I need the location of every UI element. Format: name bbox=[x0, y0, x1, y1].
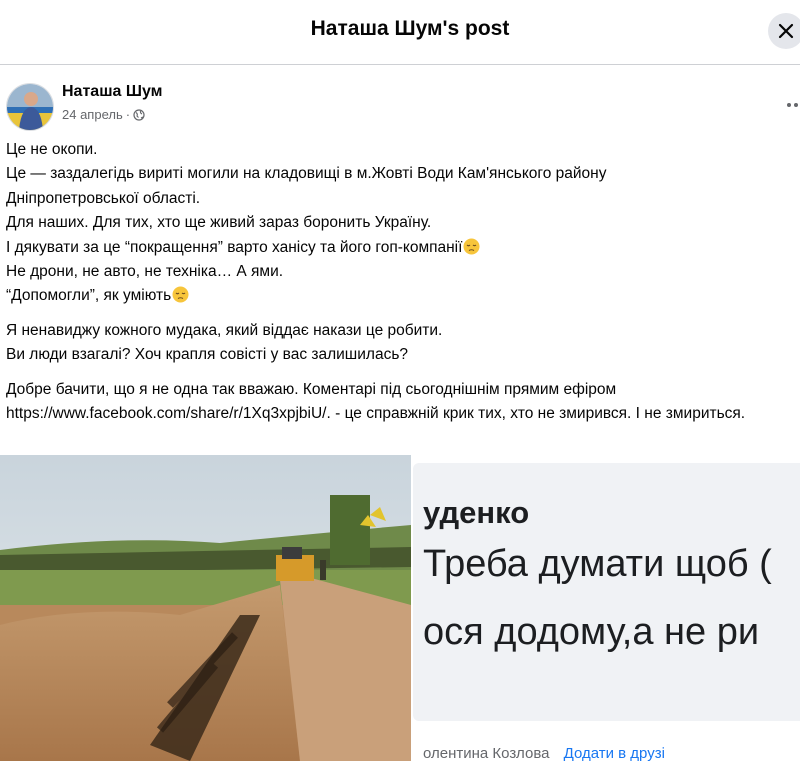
post-meta: 24 апрель · bbox=[62, 107, 145, 122]
post-photo-cemetery[interactable] bbox=[0, 455, 411, 761]
post-line: Для наших. Для тих, хто ще живий зараз б… bbox=[6, 214, 432, 232]
screenshot-comment-line: Треба думати щоб ( bbox=[423, 543, 772, 585]
post-photo-screenshot[interactable]: уденко Треба думати щоб ( ося додому,а н… bbox=[411, 455, 800, 761]
close-icon bbox=[778, 23, 794, 39]
author-name[interactable]: Наташа Шум bbox=[62, 83, 162, 101]
post-line: Ви люди взагалі? Хоч крапля совісті у ва… bbox=[6, 346, 409, 364]
more-dots-icon[interactable] bbox=[786, 102, 800, 108]
post-line: Дніпропетровської області. bbox=[6, 189, 201, 207]
post-line: Я ненавиджу кожного мудака, який віддає … bbox=[6, 321, 443, 339]
avatar[interactable] bbox=[6, 83, 54, 131]
dialog-title: Наташа Шум's post bbox=[310, 17, 510, 40]
screenshot-comment: уденко Треба думати щоб ( ося додому,а н… bbox=[413, 463, 800, 721]
dialog-header: Наташа Шум's post bbox=[0, 0, 800, 65]
post-line: “Допомогли”, як уміють bbox=[6, 284, 800, 308]
pensive-face-emoji-icon bbox=[172, 286, 189, 303]
screenshot-add-friend-link: Додати в друзі bbox=[563, 745, 665, 761]
cemetery-graves-photo bbox=[0, 455, 411, 761]
post-line: І дякувати за це “покращення” варто хані… bbox=[6, 236, 800, 260]
post-date[interactable]: 24 апрель bbox=[62, 107, 123, 122]
post-line: Це — заздалегідь вириті могили на кладов… bbox=[6, 165, 607, 183]
meta-separator: · bbox=[125, 107, 131, 122]
screenshot-commenter-name: уденко bbox=[423, 495, 530, 530]
screenshot-comment-line: ося додому,а не ри bbox=[423, 611, 760, 653]
post-body: Це не окопи. Це — заздалегідь вириті мог… bbox=[6, 138, 800, 426]
globe-icon bbox=[133, 108, 145, 121]
screenshot-footer: олентина Козлова Додати в друзі bbox=[423, 745, 665, 761]
post-line: Добре бачити, що я не одна так вважаю. К… bbox=[6, 380, 746, 423]
post-author-row: Наташа Шум 24 апрель · bbox=[0, 64, 800, 134]
close-button[interactable] bbox=[768, 13, 800, 49]
post-line: Не дрони, не авто, не техніка… А ями. bbox=[6, 263, 284, 281]
pensive-face-emoji-icon bbox=[463, 238, 480, 255]
screenshot-footer-name: олентина Козлова bbox=[423, 745, 550, 761]
post-line: Це не окопи. bbox=[6, 141, 98, 158]
